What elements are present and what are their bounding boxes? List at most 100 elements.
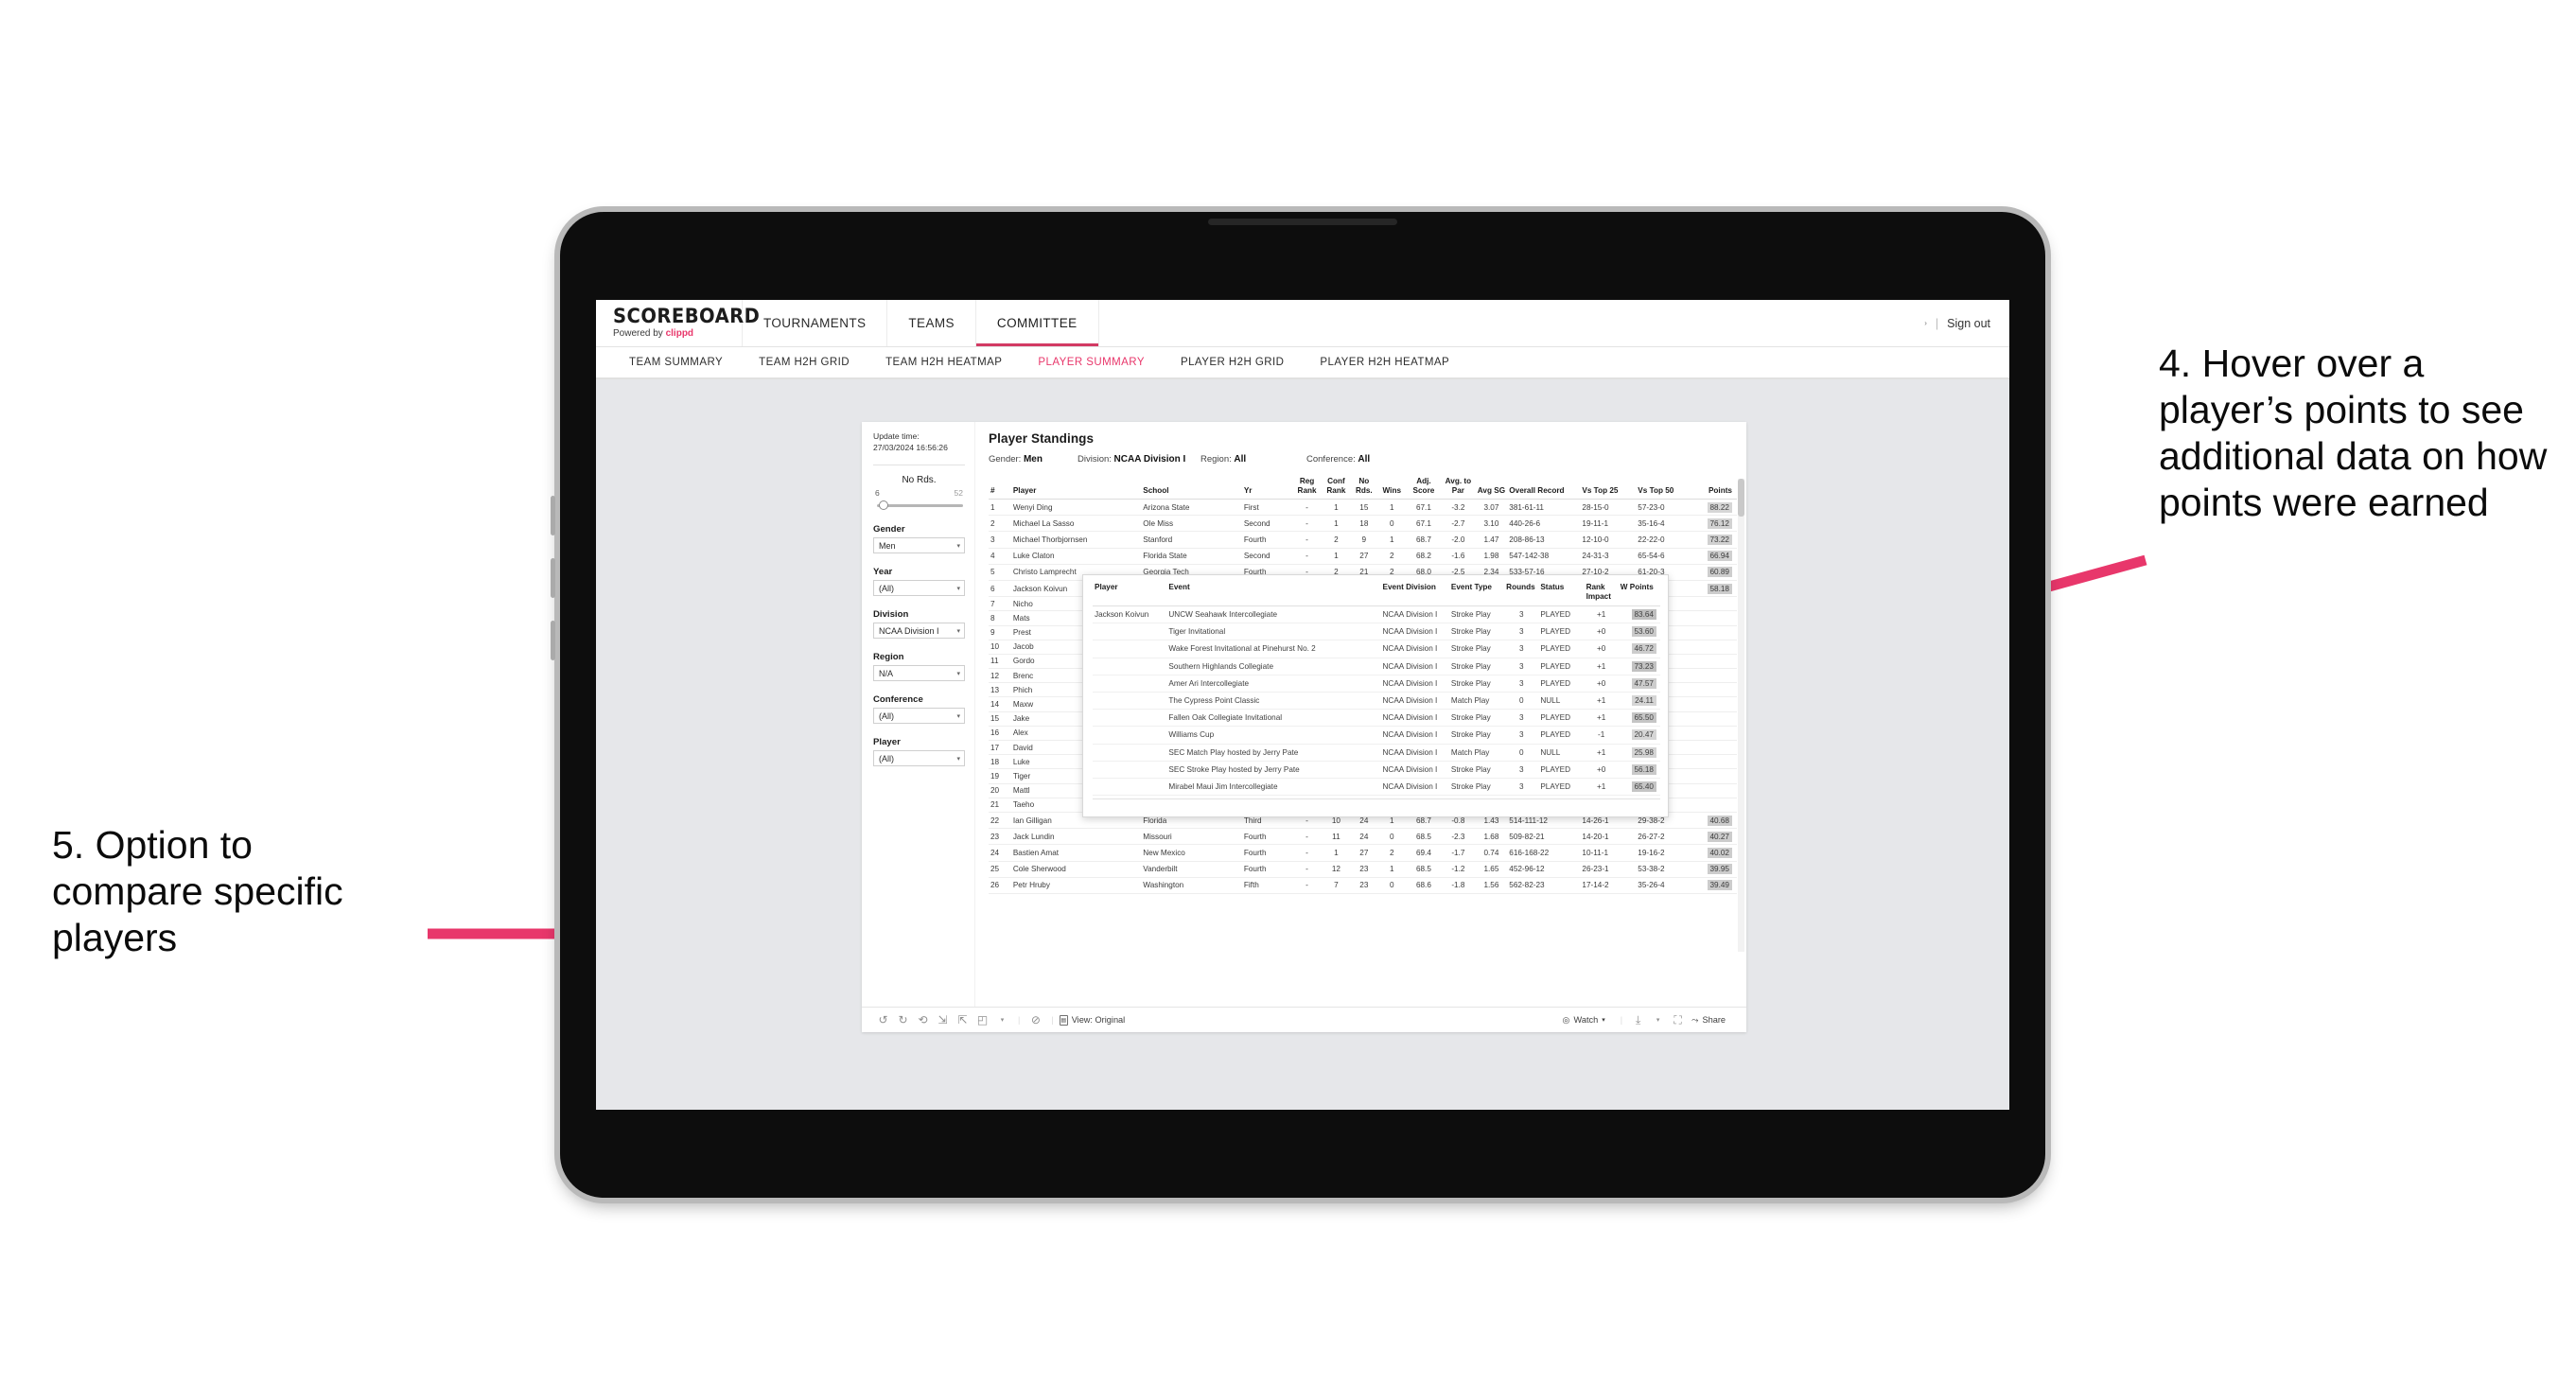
- table-row[interactable]: 2 Michael La Sasso Ole Miss Second -1 18 0 67.1…: [989, 515, 1737, 533]
- table-row[interactable]: 23 Jack Lundin Missouri Fourth -11 24 0 68.5 -2.…: [989, 828, 1737, 846]
- points-cell[interactable]: 39.95: [1691, 861, 1737, 878]
- refresh-data-icon[interactable]: ⇲: [933, 1013, 953, 1026]
- filter-region-select[interactable]: N/A ▾: [873, 665, 965, 681]
- points-cell[interactable]: 40.68: [1691, 812, 1737, 830]
- nav-item-committee[interactable]: COMMITTEE: [976, 300, 1099, 346]
- redo-icon[interactable]: ↻: [893, 1013, 913, 1026]
- points-cell[interactable]: 73.22: [1691, 531, 1737, 549]
- points-cell[interactable]: 58.18: [1691, 580, 1737, 598]
- subnav-item-team-summary[interactable]: TEAM SUMMARY: [611, 357, 741, 368]
- points-cell[interactable]: [1691, 654, 1737, 670]
- no-rounds-slider[interactable]: [877, 500, 963, 511]
- revert-icon[interactable]: ⟲: [913, 1013, 933, 1026]
- points-cell[interactable]: [1691, 740, 1737, 756]
- points-cell[interactable]: 60.89: [1691, 564, 1737, 581]
- pause-updates-icon[interactable]: ⇱: [953, 1013, 973, 1026]
- slider-handle[interactable]: [879, 500, 888, 510]
- fullscreen-icon[interactable]: ⛶: [1668, 1013, 1688, 1027]
- undo-icon[interactable]: ↺: [873, 1013, 893, 1026]
- points-value[interactable]: 40.68: [1707, 815, 1732, 826]
- col-vs-top-50[interactable]: Vs Top 50: [1636, 475, 1692, 500]
- points-cell[interactable]: [1691, 768, 1737, 784]
- points-cell[interactable]: [1691, 711, 1737, 727]
- col-reg-rank[interactable]: Reg Rank: [1292, 475, 1322, 500]
- points-value[interactable]: 39.49: [1707, 880, 1732, 891]
- table-row[interactable]: 24 Bastien Amat New Mexico Fourth -1 27 2 69.4-…: [989, 844, 1737, 862]
- points-value[interactable]: 73.22: [1707, 534, 1732, 545]
- col-vs-top-25[interactable]: Vs Top 25: [1580, 475, 1637, 500]
- col-school[interactable]: School: [1141, 475, 1242, 500]
- points-cell[interactable]: [1691, 754, 1737, 770]
- tt-player-cell: [1093, 726, 1167, 745]
- subnav-item-player-summary[interactable]: PLAYER SUMMARY: [1020, 357, 1163, 368]
- points-cell[interactable]: 88.22: [1691, 499, 1737, 517]
- watch-button[interactable]: ◎ Watch ▾: [1563, 1015, 1605, 1026]
- rank-cell: 15: [989, 711, 1011, 727]
- brand-logo[interactable]: SCOREBOARD Powered by clippd: [596, 300, 760, 346]
- nav-item-teams[interactable]: TEAMS: [887, 300, 976, 346]
- col-no-rds[interactable]: No Rds.: [1350, 475, 1377, 500]
- points-cell[interactable]: [1691, 798, 1737, 813]
- col-player[interactable]: Player: [1010, 475, 1142, 500]
- filter-conference-select[interactable]: (All) ▾: [873, 708, 965, 724]
- points-cell[interactable]: [1691, 625, 1737, 640]
- points-cell[interactable]: [1691, 610, 1737, 626]
- points-cell[interactable]: [1691, 726, 1737, 742]
- subnav-item-team-h2h-heatmap[interactable]: TEAM H2H HEATMAP: [867, 357, 1020, 368]
- col-rank[interactable]: #: [989, 475, 1011, 500]
- points-cell[interactable]: [1691, 596, 1737, 612]
- highlight-caret-icon[interactable]: ▾: [992, 1016, 1012, 1024]
- points-value[interactable]: 58.18: [1707, 583, 1732, 594]
- points-cell[interactable]: 40.27: [1691, 828, 1737, 846]
- filter-division-select[interactable]: NCAA Division I ▾: [873, 623, 965, 639]
- points-cell[interactable]: 40.02: [1691, 844, 1737, 862]
- table-row[interactable]: 26 Petr Hruby Washington Fifth -7 23 0 68.6 -1.8…: [989, 877, 1737, 894]
- points-value[interactable]: 60.89: [1707, 567, 1732, 578]
- points-cell[interactable]: [1691, 783, 1737, 798]
- share-button[interactable]: ⤳ Share: [1691, 1015, 1726, 1026]
- filter-year-select[interactable]: (All) ▾: [873, 580, 965, 596]
- tt-event-cell: Amer Ari Intercollegiate: [1166, 675, 1381, 693]
- points-value[interactable]: 76.12: [1707, 518, 1732, 529]
- points-value[interactable]: 40.27: [1707, 831, 1732, 842]
- table-row[interactable]: 3 Michael Thorbjornsen Stanford Fourth -2 9 1 6…: [989, 531, 1737, 549]
- view-original-button[interactable]: ▤ View: Original: [1059, 1014, 1125, 1026]
- points-cell[interactable]: [1691, 640, 1737, 655]
- col-points[interactable]: Points: [1691, 475, 1737, 500]
- points-cell[interactable]: [1691, 696, 1737, 712]
- col-avg-to-par[interactable]: Avg. to Par: [1441, 475, 1476, 500]
- points-cell[interactable]: 39.49: [1691, 877, 1737, 894]
- points-value[interactable]: 39.95: [1707, 864, 1732, 875]
- points-value[interactable]: 66.94: [1707, 551, 1732, 562]
- points-cell[interactable]: [1691, 668, 1737, 684]
- subnav-item-team-h2h-grid[interactable]: TEAM H2H GRID: [741, 357, 867, 368]
- col-yr[interactable]: Yr: [1241, 475, 1293, 500]
- points-value[interactable]: 88.22: [1707, 501, 1732, 513]
- points-cell[interactable]: 76.12: [1691, 515, 1737, 533]
- table-row[interactable]: 1 Wenyi Ding Arizona State First -1 15 1 67.1 -3…: [989, 499, 1737, 517]
- filter-player-select[interactable]: (All) ▾: [873, 750, 965, 766]
- subnav-item-player-h2h-grid[interactable]: PLAYER H2H GRID: [1163, 357, 1302, 368]
- highlight-icon[interactable]: ◰: [973, 1013, 992, 1026]
- nav-item-tournaments[interactable]: TOURNAMENTS: [743, 300, 888, 346]
- subnav-item-player-h2h-heatmap[interactable]: PLAYER H2H HEATMAP: [1302, 357, 1467, 368]
- table-row[interactable]: 4 Luke Claton Florida State Second -1 27 2 68.2…: [989, 548, 1737, 565]
- download-caret-icon[interactable]: ▾: [1648, 1016, 1668, 1024]
- conf-rank-cell: 1: [1321, 844, 1351, 862]
- sign-out-link[interactable]: Sign out: [1947, 317, 1990, 330]
- col-conf-rank[interactable]: Conf Rank: [1321, 475, 1351, 500]
- table-scrollbar[interactable]: [1738, 479, 1744, 952]
- points-cell[interactable]: [1691, 682, 1737, 698]
- col-wins[interactable]: Wins: [1376, 475, 1407, 500]
- table-row[interactable]: 25 Cole Sherwood Vanderbilt Fourth -12 23 1 68.…: [989, 861, 1737, 878]
- download-icon[interactable]: ⤓: [1628, 1013, 1648, 1027]
- points-cell[interactable]: 66.94: [1691, 548, 1737, 565]
- col-overall-record[interactable]: Overall Record: [1507, 475, 1581, 500]
- points-value[interactable]: 40.02: [1707, 847, 1732, 858]
- chevron-right-icon[interactable]: ›: [1924, 319, 1927, 327]
- col-avg-sg[interactable]: Avg SG: [1475, 475, 1508, 500]
- filter-gender-select[interactable]: Men ▾: [873, 537, 965, 553]
- col-adj-score[interactable]: Adj. Score: [1406, 475, 1442, 500]
- reset-filters-icon[interactable]: ⊘: [1025, 1013, 1045, 1026]
- scrollbar-thumb[interactable]: [1738, 479, 1744, 517]
